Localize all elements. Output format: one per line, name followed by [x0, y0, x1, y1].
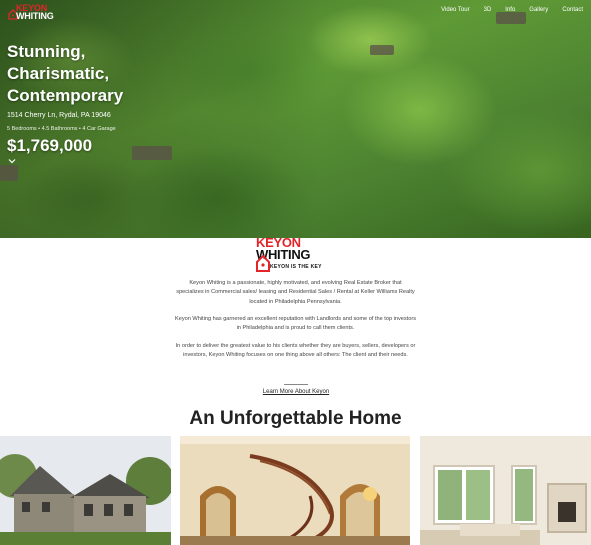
nav-contact[interactable]: Contact: [562, 7, 583, 13]
house-roof: [496, 12, 526, 24]
gallery-photo-exterior[interactable]: [0, 436, 171, 545]
hero-title: Stunning, Charismatic, Contemporary: [7, 41, 177, 107]
main-nav: Video Tour 3D Info Gallery Contact: [441, 7, 583, 13]
nav-3d[interactable]: 3D: [484, 7, 492, 13]
section-title: An Unforgettable Home: [189, 408, 402, 429]
learn-more-link[interactable]: Learn More About Keyon: [244, 389, 348, 395]
hero-title-line: Stunning,: [7, 42, 86, 61]
nav-video-tour[interactable]: Video Tour: [441, 7, 469, 13]
house-roof: [370, 45, 394, 55]
chevron-down-icon[interactable]: [8, 157, 16, 165]
about-paragraph: In order to deliver the greatest value t…: [175, 342, 416, 359]
hero-title-line: Charismatic,: [7, 64, 110, 83]
property-specs: 5 Bedrooms • 4.5 Bathrooms • 4 Car Garag…: [7, 126, 116, 132]
house-key-icon: [256, 254, 270, 272]
nav-info[interactable]: Info: [505, 7, 515, 13]
property-address: 1514 Cherry Ln, Rydal, PA 19046: [7, 112, 111, 119]
hero-banner: KEYON WHITING Video Tour 3D Info Gallery…: [0, 0, 591, 238]
house-roof: [132, 146, 172, 160]
gallery-photo-living-room[interactable]: [420, 436, 591, 545]
header-logo[interactable]: KEYON WHITING: [8, 4, 60, 22]
staircase-interior-image: [180, 436, 410, 545]
hero-overlay: [0, 0, 320, 238]
living-room-image: [420, 436, 591, 545]
about-paragraph: Keyon Whiting is a passionate, highly mo…: [176, 280, 415, 305]
house-roof: [0, 165, 18, 181]
gallery-photo-staircase[interactable]: [180, 436, 410, 545]
brand-logo: KEYON WHITING KEYON IS THE KEY: [254, 236, 340, 273]
hero-title-line: Contemporary: [7, 86, 124, 105]
divider: [284, 384, 308, 385]
about-paragraph: Keyon Whiting has garnered an excellent …: [175, 316, 416, 332]
property-price: $1,769,000: [7, 136, 93, 155]
brand-tagline: KEYON IS THE KEY: [270, 264, 322, 270]
nav-gallery[interactable]: Gallery: [529, 7, 548, 13]
house-exterior-image: [0, 436, 171, 545]
about-text: Keyon Whiting is a passionate, highly mo…: [175, 279, 416, 368]
header-logo-text: KEYON WHITING: [16, 3, 54, 21]
